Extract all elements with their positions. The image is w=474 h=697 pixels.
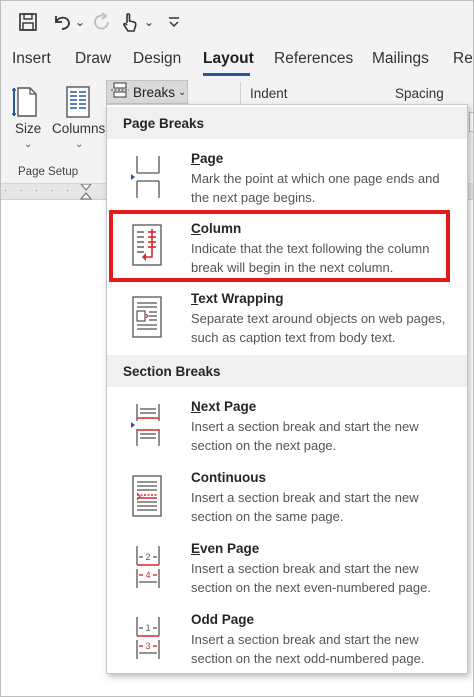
continuous-icon bbox=[129, 474, 165, 518]
ribbon-tab-bar: Insert Draw Design Layout References Mai… bbox=[0, 44, 474, 76]
save-icon[interactable] bbox=[16, 10, 40, 34]
menu-item-title: Odd Page bbox=[191, 612, 255, 627]
columns-button[interactable]: Columns bbox=[52, 121, 105, 136]
breaks-dropdown-menu: Page Breaks Page Mark the point at which… bbox=[106, 104, 468, 674]
tab-references[interactable]: References bbox=[274, 50, 353, 68]
undo-icon[interactable] bbox=[50, 10, 74, 34]
indent-label: Indent bbox=[250, 86, 288, 101]
svg-text:1: 1 bbox=[145, 623, 150, 633]
svg-text:4: 4 bbox=[145, 570, 150, 580]
menu-item-title: Text Wrapping bbox=[191, 291, 284, 306]
breaks-dropdown-icon: ⌄ bbox=[178, 86, 187, 98]
tab-design[interactable]: Design bbox=[133, 50, 181, 68]
page-breaks-header: Page Breaks bbox=[107, 107, 467, 139]
menu-item-description: Insert a section break and start the new… bbox=[191, 561, 431, 595]
touch-mode-dropdown-icon[interactable]: ⌄ bbox=[143, 10, 155, 34]
access-key-letter: E bbox=[191, 541, 201, 556]
touch-mode-icon[interactable] bbox=[118, 10, 142, 34]
svg-text:3: 3 bbox=[145, 641, 150, 651]
quick-access-toolbar: ⌄ ⌄ bbox=[0, 0, 474, 44]
menu-item-description: Separate text around objects on web page… bbox=[191, 311, 446, 345]
tab-insert[interactable]: Insert bbox=[12, 50, 51, 68]
menu-item-page[interactable]: Page Mark the point at which one page en… bbox=[107, 143, 467, 209]
menu-item-description: Mark the point at which one page ends an… bbox=[191, 171, 440, 205]
tab-draw[interactable]: Draw bbox=[75, 50, 111, 68]
undo-dropdown-icon[interactable]: ⌄ bbox=[74, 10, 86, 34]
access-key-letter: P bbox=[191, 151, 201, 166]
section-breaks-header: Section Breaks bbox=[107, 355, 467, 387]
menu-item-title: Page bbox=[191, 151, 224, 166]
page-break-icon bbox=[129, 155, 165, 199]
menu-item-title: Continuous bbox=[191, 470, 266, 485]
columns-icon[interactable] bbox=[64, 84, 92, 125]
next-page-icon bbox=[129, 403, 165, 447]
spacing-before-field[interactable] bbox=[469, 112, 474, 132]
page-size-icon[interactable] bbox=[12, 84, 40, 125]
menu-item-continuous[interactable]: Continuous Insert a section break and st… bbox=[107, 462, 467, 532]
size-dropdown-icon[interactable]: ⌄ bbox=[24, 139, 32, 150]
highlight-box bbox=[109, 210, 450, 282]
menu-item-text-wrapping[interactable]: Text Wrapping Separate text around objec… bbox=[107, 283, 467, 353]
customize-toolbar-icon[interactable] bbox=[166, 10, 182, 34]
page-setup-group-label: Page Setup bbox=[18, 166, 79, 178]
indent-marker-icon[interactable] bbox=[79, 183, 93, 200]
breaks-icon bbox=[111, 81, 129, 103]
menu-item-next-page[interactable]: Next Page Insert a section break and sta… bbox=[107, 391, 467, 461]
menu-item-description: Insert a section break and start the new… bbox=[191, 419, 419, 453]
tab-mailings[interactable]: Mailings bbox=[372, 50, 429, 68]
access-key-letter: N bbox=[191, 399, 201, 414]
tab-review[interactable]: Re bbox=[453, 50, 473, 68]
menu-item-description: Insert a section break and start the new… bbox=[191, 632, 425, 666]
menu-item-description: Insert a section break and start the new… bbox=[191, 490, 419, 524]
breaks-label: Breaks bbox=[133, 84, 176, 100]
text-wrapping-icon bbox=[129, 295, 165, 339]
breaks-button[interactable]: Breaks ⌄ bbox=[106, 80, 188, 104]
ruler-ticks: · · · · · bbox=[4, 185, 74, 195]
menu-item-even-page[interactable]: 24 Even Page Insert a section break and … bbox=[107, 533, 467, 603]
columns-dropdown-icon[interactable]: ⌄ bbox=[75, 139, 83, 150]
redo-icon[interactable] bbox=[90, 10, 114, 34]
odd-page-icon: 13 bbox=[129, 616, 165, 660]
menu-item-title: Even Page bbox=[191, 541, 260, 556]
spacing-label: Spacing bbox=[395, 86, 444, 101]
menu-item-title: Next Page bbox=[191, 399, 257, 414]
even-page-icon: 24 bbox=[129, 545, 165, 589]
size-button[interactable]: Size bbox=[15, 121, 41, 136]
tab-layout[interactable]: Layout bbox=[203, 50, 254, 68]
svg-text:2: 2 bbox=[145, 552, 150, 562]
menu-item-odd-page[interactable]: 13 Odd Page Insert a section break and s… bbox=[107, 604, 467, 674]
access-key-letter: T bbox=[191, 291, 199, 306]
